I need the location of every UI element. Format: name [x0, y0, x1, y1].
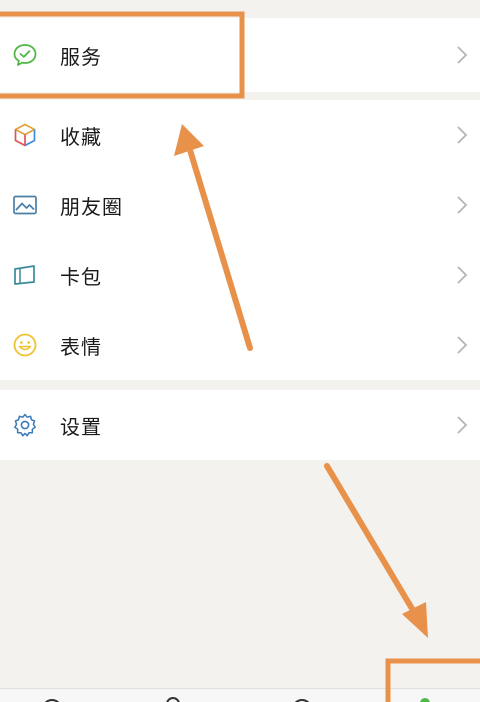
wallet-icon — [12, 262, 38, 288]
top-strip — [0, 0, 480, 18]
main-menu-group: 收藏 朋友圈 卡包 表情 — [0, 100, 480, 380]
wechat-check-icon — [12, 42, 38, 68]
bottom-tab-bar — [0, 688, 480, 702]
tab-contacts-icon[interactable] — [166, 697, 180, 702]
services-group: 服务 — [0, 18, 480, 92]
arrow-down-shaft — [324, 463, 417, 615]
tab-me-icon[interactable] — [420, 698, 430, 702]
chevron-right-icon — [456, 265, 468, 285]
chevron-right-icon — [456, 45, 468, 65]
menu-row-settings[interactable]: 设置 — [0, 390, 480, 460]
menu-row-card-wallet[interactable]: 卡包 — [0, 240, 480, 310]
settings-group: 设置 — [0, 390, 480, 460]
menu-row-moments[interactable]: 朋友圈 — [0, 170, 480, 240]
chevron-right-icon — [456, 195, 468, 215]
arrow-down-head — [402, 602, 428, 638]
menu-row-favorites[interactable]: 收藏 — [0, 100, 480, 170]
menu-row-label: 表情 — [60, 334, 102, 359]
chevron-right-icon — [456, 125, 468, 145]
chevron-right-icon — [456, 415, 468, 435]
gear-icon — [12, 412, 38, 438]
menu-row-label: 收藏 — [60, 124, 102, 149]
menu-row-services[interactable]: 服务 — [0, 18, 480, 92]
menu-row-label: 服务 — [60, 44, 102, 69]
wechat-me-screen: 服务 收藏 朋友圈 卡包 表情 设置 — [0, 0, 480, 702]
menu-row-stickers[interactable]: 表情 — [0, 310, 480, 380]
image-icon — [12, 192, 38, 218]
menu-row-label: 朋友圈 — [60, 194, 123, 219]
cube-icon — [12, 122, 38, 148]
menu-row-label: 设置 — [60, 414, 102, 439]
smile-icon — [12, 332, 38, 358]
menu-row-label: 卡包 — [60, 264, 102, 289]
chevron-right-icon — [456, 335, 468, 355]
